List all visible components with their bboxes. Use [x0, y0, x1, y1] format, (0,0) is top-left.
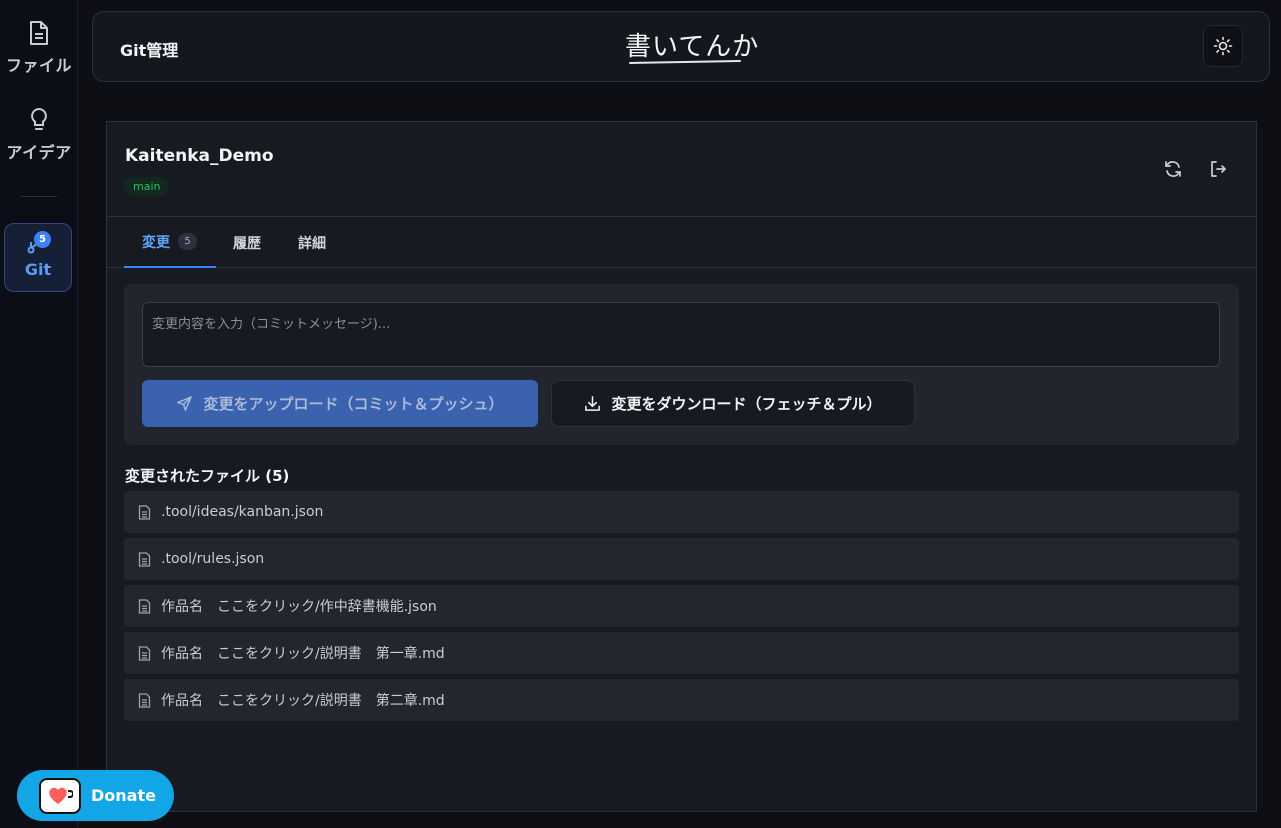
- donate-button[interactable]: Donate: [17, 770, 174, 821]
- file-path: .tool/ideas/kanban.json: [161, 504, 324, 520]
- file-icon: [138, 504, 151, 520]
- file-icon: [30, 21, 48, 45]
- changed-files-title: 変更されたファイル (5): [125, 467, 290, 485]
- refresh-icon: [1165, 161, 1181, 177]
- tab-label: 変更: [142, 234, 170, 251]
- changed-files-list: .tool/ideas/kanban.json .tool/rules.json…: [124, 491, 1239, 726]
- list-item[interactable]: 作品名 ここをクリック/説明書 第一章.md: [124, 632, 1239, 674]
- header: Git管理 書いてんか: [92, 11, 1270, 82]
- file-path: 作品名 ここをクリック/説明書 第二章.md: [161, 693, 445, 709]
- upload-button-label: 変更をアップロード（コミット＆プッシュ）: [203, 395, 504, 413]
- sidebar-item-label: Git: [24, 260, 52, 279]
- sidebar-item-git[interactable]: 5 Git: [4, 223, 72, 292]
- git-badge: 5: [34, 231, 51, 248]
- git-panel: Kaitenka_Demo main 変更 5 履歴 詳細 変更をアップロード（: [106, 121, 1257, 812]
- sun-icon: [1213, 36, 1233, 56]
- tab-details[interactable]: 詳細: [298, 217, 326, 268]
- sidebar: ファイル アイデア 5 Git: [0, 0, 78, 828]
- ko-fi-cup-icon: [39, 777, 81, 814]
- sidebar-item-files[interactable]: ファイル: [0, 20, 78, 76]
- commit-box: 変更をアップロード（コミット＆プッシュ） 変更をダウンロード（フェッチ＆プル）: [124, 284, 1239, 445]
- list-item[interactable]: 作品名 ここをクリック/作中辞書機能.json: [124, 585, 1239, 627]
- tab-changes[interactable]: 変更 5: [124, 217, 216, 268]
- commit-message-input[interactable]: [142, 302, 1220, 367]
- lightbulb-icon: [31, 107, 47, 130]
- tab-label: 詳細: [298, 235, 326, 252]
- refresh-button[interactable]: [1161, 157, 1185, 181]
- tab-history[interactable]: 履歴: [233, 217, 261, 268]
- file-path: .tool/rules.json: [161, 551, 265, 567]
- tab-bar: 変更 5 履歴 詳細: [107, 216, 1256, 268]
- tab-count-badge: 5: [178, 233, 197, 250]
- theme-toggle-button[interactable]: [1203, 25, 1243, 67]
- download-icon: [585, 396, 601, 411]
- app-logo: 書いてんか: [625, 32, 760, 62]
- logout-button[interactable]: [1206, 157, 1230, 181]
- sidebar-divider: [21, 196, 57, 197]
- logout-icon: [1211, 161, 1226, 177]
- tab-label: 履歴: [233, 235, 261, 252]
- file-icon: [138, 692, 151, 708]
- list-item[interactable]: .tool/rules.json: [124, 538, 1239, 580]
- sidebar-item-label: アイデア: [6, 143, 72, 162]
- file-path: 作品名 ここをクリック/作中辞書機能.json: [161, 599, 437, 615]
- upload-button[interactable]: 変更をアップロード（コミット＆プッシュ）: [142, 380, 538, 427]
- sidebar-item-label: ファイル: [5, 56, 72, 75]
- download-button-label: 変更をダウンロード（フェッチ＆プル）: [611, 395, 882, 413]
- repo-name: Kaitenka_Demo: [125, 146, 274, 166]
- page-title: Git管理: [120, 41, 179, 60]
- file-icon: [138, 598, 151, 614]
- heart-icon: [49, 787, 73, 804]
- branch-badge: main: [124, 177, 170, 196]
- file-path: 作品名 ここをクリック/説明書 第一章.md: [161, 646, 445, 662]
- list-item[interactable]: .tool/ideas/kanban.json: [124, 491, 1239, 533]
- sidebar-item-ideas[interactable]: アイデア: [0, 107, 78, 163]
- file-icon: [138, 551, 151, 567]
- donate-label: Donate: [91, 786, 156, 805]
- file-icon: [138, 645, 151, 661]
- list-item[interactable]: 作品名 ここをクリック/説明書 第二章.md: [124, 679, 1239, 721]
- send-icon: [177, 396, 193, 411]
- download-button[interactable]: 変更をダウンロード（フェッチ＆プル）: [551, 380, 915, 427]
